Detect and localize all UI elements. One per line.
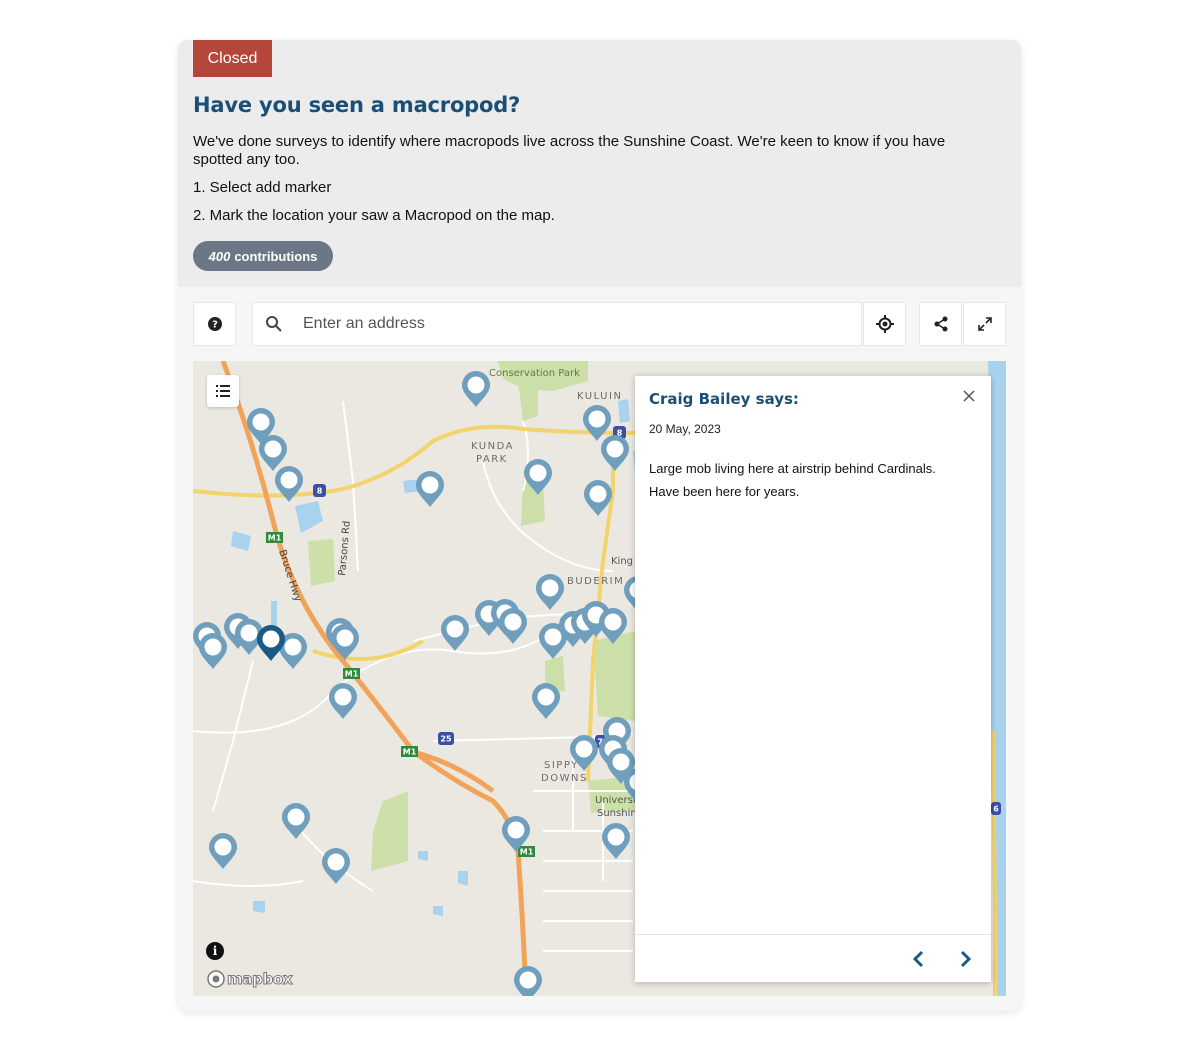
map-marker-selected[interactable] <box>257 625 285 661</box>
address-search[interactable] <box>252 302 862 346</box>
contributions-badge: 400 contributions <box>193 241 333 271</box>
crosshair-icon <box>875 315 894 333</box>
page-title: Have you seen a macropod? <box>193 93 521 117</box>
map-marker[interactable] <box>570 735 598 771</box>
card-header: Closed Have you seen a macropod? We've d… <box>178 40 1021 287</box>
contributions-label: contributions <box>234 248 318 264</box>
step-2: 2. Mark the location your saw a Macropod… <box>193 207 555 224</box>
attribution-info-icon[interactable]: i <box>206 942 224 960</box>
share-button[interactable] <box>919 302 962 346</box>
search-input[interactable] <box>303 303 843 345</box>
map-marker[interactable] <box>282 803 310 839</box>
map-marker[interactable] <box>601 435 629 471</box>
popup-author: Craig Bailey says: <box>649 390 799 408</box>
chevron-left-icon <box>912 950 924 968</box>
list-icon <box>216 385 230 397</box>
map-marker[interactable] <box>502 816 530 852</box>
map-marker[interactable] <box>441 615 469 651</box>
map-marker[interactable] <box>514 966 542 996</box>
fullscreen-button[interactable] <box>963 302 1006 346</box>
svg-text:?: ? <box>212 320 218 331</box>
map-marker[interactable] <box>259 435 287 471</box>
map-marker[interactable] <box>583 405 611 441</box>
expand-icon <box>977 317 992 331</box>
contributions-count: 400 <box>208 248 231 264</box>
locate-button[interactable] <box>863 302 906 346</box>
next-button[interactable] <box>953 947 977 971</box>
engagement-card: Closed Have you seen a macropod? We've d… <box>178 40 1021 1011</box>
mapbox-logo-text: mapbox <box>226 970 293 989</box>
popup-close-button[interactable] <box>959 386 979 406</box>
map-marker[interactable] <box>331 624 359 660</box>
map-marker[interactable] <box>462 371 490 407</box>
contribution-popup: Craig Bailey says: 20 May, 2023 Large mo… <box>635 376 991 982</box>
map-marker[interactable] <box>602 823 630 859</box>
map-marker[interactable] <box>322 848 350 884</box>
question-icon: ? <box>207 317 222 331</box>
map-marker[interactable] <box>524 459 552 495</box>
map-marker[interactable] <box>209 833 237 869</box>
mapbox-logo-icon <box>207 970 225 988</box>
popup-body: Large mob living here at airstrip behind… <box>649 461 936 499</box>
popup-footer <box>635 934 991 982</box>
close-icon <box>963 390 975 402</box>
map-marker[interactable] <box>416 471 444 507</box>
map-marker[interactable] <box>584 480 612 516</box>
map-marker[interactable] <box>499 608 527 644</box>
map-marker[interactable] <box>199 633 227 669</box>
map-marker[interactable] <box>599 608 627 644</box>
help-button[interactable]: ? <box>193 302 236 346</box>
legend-button[interactable] <box>207 375 239 407</box>
map-marker[interactable] <box>329 683 357 719</box>
step-1: 1. Select add marker <box>193 179 332 196</box>
share-icon <box>934 316 947 332</box>
popup-date: 20 May, 2023 <box>649 422 721 436</box>
map-marker[interactable] <box>536 574 564 610</box>
description: We've done surveys to identify where mac… <box>193 133 946 168</box>
map[interactable]: M1 M1 M1 M1 8 8 25 70 6 Conservatio <box>193 361 1006 996</box>
mapbox-logo: mapbox <box>207 969 293 989</box>
status-badge: Closed <box>193 40 272 77</box>
previous-button[interactable] <box>907 947 931 971</box>
search-icon <box>266 316 282 332</box>
map-marker[interactable] <box>532 683 560 719</box>
chevron-right-icon <box>960 950 972 968</box>
map-marker[interactable] <box>275 466 303 502</box>
